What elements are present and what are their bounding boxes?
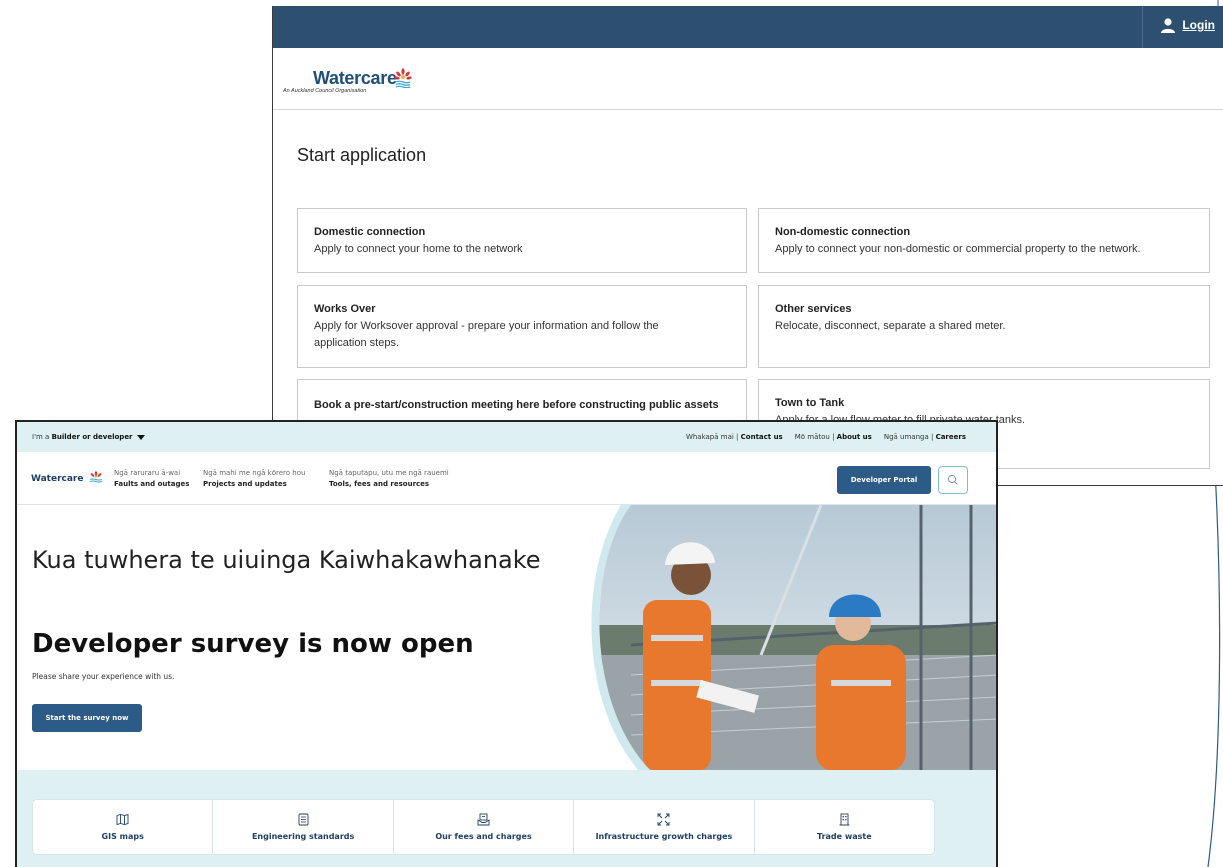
watercare-site-window: I'm a Builder or developer Whakapā mai |… [15, 420, 998, 867]
card-other-services[interactable]: Other services Relocate, disconnect, sep… [758, 285, 1210, 368]
nav-maori-label: Ngā mahi me ngā kōrero hou [203, 469, 306, 477]
quick-link-gis-maps[interactable]: GIS maps [33, 800, 214, 854]
careers-link[interactable]: Ngā umanga | Careers [884, 433, 966, 441]
user-icon [1161, 18, 1176, 33]
quick-link-label: GIS maps [101, 832, 144, 841]
card-description: Apply for Worksover approval - prepare y… [314, 320, 659, 349]
quick-links-bar: GIS maps Engineering standards Our fees … [32, 799, 935, 855]
card-title: Other services [775, 303, 852, 315]
topbar-divider [1142, 6, 1143, 48]
map-icon [116, 813, 129, 826]
careers-maori-label: Ngā umanga | [883, 433, 934, 441]
hero-heading-maori: Kua tuwhera te uiuinga Kaiwhakawhanake [32, 546, 541, 574]
quick-link-engineering-standards[interactable]: Engineering standards [213, 800, 394, 854]
hero-text: Please share your experience with us. [32, 672, 175, 681]
card-description: Apply to connect your home to the networ… [314, 243, 523, 255]
card-title: Works Over [314, 303, 376, 315]
main-navigation: Watercare Ngā raruraru ā-wai Faults and … [17, 452, 996, 505]
card-title: Town to Tank [775, 397, 845, 409]
developer-portal-button[interactable]: Developer Portal [837, 466, 931, 494]
nav-label: Projects and updates [203, 480, 287, 488]
quick-link-label: Our fees and charges [435, 832, 532, 841]
nav-projects-and-updates[interactable]: Ngā mahi me ngā kōrero hou Projects and … [203, 468, 305, 490]
document-icon [298, 813, 309, 826]
contact-us-link[interactable]: Whakapā mai | Contact us [686, 433, 783, 441]
hero-heading: Developer survey is now open [32, 629, 474, 659]
card-title: Domestic connection [314, 226, 426, 238]
portal-header: Watercare An Auckland Council Organisati… [273, 48, 1223, 110]
nav-maori-label: Ngā taputapu, utu me ngā rauemi [329, 469, 449, 477]
search-button[interactable] [938, 466, 968, 494]
nav-label: Tools, fees and resources [329, 480, 430, 488]
login-link[interactable]: Login [1160, 17, 1215, 33]
page-title: Start application [297, 145, 427, 165]
card-domestic-connection[interactable]: Domestic connection Apply to connect you… [297, 208, 747, 273]
building-icon [839, 813, 850, 826]
pohutukawa-logo-icon [394, 68, 412, 88]
audience-value: Builder or developer [51, 433, 133, 441]
contact-label: Contact us [740, 433, 783, 441]
pohutukawa-logo-icon [89, 471, 102, 483]
careers-label: Careers [935, 433, 966, 441]
nav-maori-label: Ngā raruraru ā-wai [114, 469, 181, 477]
caret-down-icon [136, 434, 145, 440]
card-description: Relocate, disconnect, separate a shared … [775, 320, 1006, 332]
audience-selector[interactable]: I'm a Builder or developer [32, 433, 145, 441]
nav-label: Faults and outages [114, 480, 190, 488]
audience-prefix: I'm a [32, 433, 50, 441]
about-us-link[interactable]: Mō mātou | About us [795, 433, 872, 441]
start-survey-button[interactable]: Start the survey now [32, 704, 142, 732]
quick-link-label: Engineering standards [251, 832, 355, 841]
login-label: Login [1182, 18, 1215, 32]
card-non-domestic-connection[interactable]: Non-domestic connection Apply to connect… [758, 208, 1210, 273]
quick-link-trade-waste[interactable]: Trade waste [755, 800, 934, 854]
card-works-over[interactable]: Works Over Apply for Worksover approval … [297, 285, 747, 368]
quick-link-label: Infrastructure growth charges [595, 832, 733, 841]
about-maori-label: Mō mātou | [794, 433, 835, 441]
utility-bar: I'm a Builder or developer Whakapā mai |… [17, 422, 996, 452]
quick-link-fees-and-charges[interactable]: Our fees and charges [394, 800, 575, 854]
application-portal-window: Login Watercare An Auckland Council Orga… [272, 6, 1223, 486]
portal-logo[interactable]: Watercare An Auckland Council Organisati… [283, 68, 412, 94]
nav-faults-and-outages[interactable]: Ngā raruraru ā-wai Faults and outages [114, 468, 189, 490]
site-logo-wordmark: Watercare [31, 474, 84, 484]
about-label: About us [836, 433, 872, 441]
expand-icon [657, 813, 670, 826]
contact-maori-label: Whakapā mai | [685, 433, 739, 441]
quick-link-infrastructure-growth-charges[interactable]: Infrastructure growth charges [574, 800, 755, 854]
quick-links-band: GIS maps Engineering standards Our fees … [17, 770, 996, 867]
card-title: Book a pre-start/construction meeting he… [314, 399, 719, 411]
quick-link-label: Trade waste [816, 832, 872, 841]
card-title: Non-domestic connection [775, 226, 911, 238]
utility-links: Whakapā mai | Contact us Mō mātou | Abou… [686, 433, 966, 441]
fees-icon [477, 813, 490, 826]
card-description: Apply to connect your non-domestic or co… [775, 243, 1141, 255]
portal-logo-wordmark: Watercare [313, 68, 397, 88]
portal-top-bar: Login [273, 6, 1223, 48]
search-icon [947, 474, 958, 485]
hero-image [591, 505, 996, 771]
screenshot-composite: Login Watercare An Auckland Council Orga… [0, 0, 1223, 867]
nav-tools-fees-resources[interactable]: Ngā taputapu, utu me ngā rauemi Tools, f… [329, 468, 449, 490]
site-logo[interactable]: Watercare [31, 471, 103, 484]
